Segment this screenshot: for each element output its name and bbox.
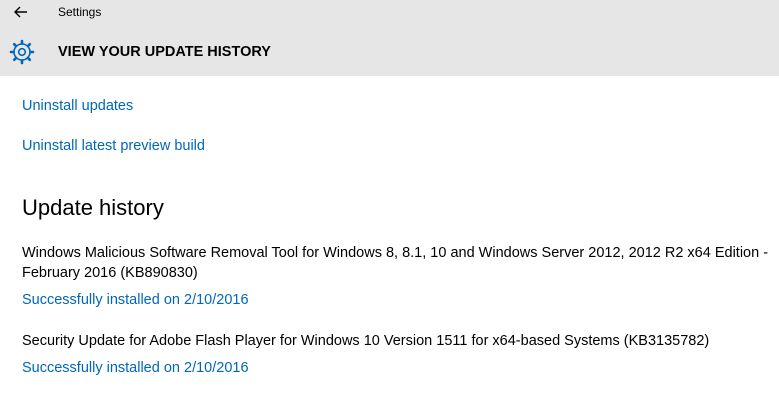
- update-item-status-link[interactable]: Successfully installed on 2/10/2016: [22, 360, 249, 376]
- update-item-status-link[interactable]: Successfully installed on 2/10/2016: [22, 292, 249, 308]
- update-history-heading: Update history: [22, 195, 164, 220]
- uninstall-updates-link[interactable]: Uninstall updates: [22, 98, 133, 114]
- update-item-name: Windows Malicious Software Removal Tool …: [22, 245, 769, 281]
- back-button[interactable]: [10, 2, 32, 22]
- header-bar: Settings VIEW YOUR UPDATE HISTORY: [0, 0, 779, 76]
- back-arrow-icon: [14, 6, 27, 18]
- uninstall-preview-build-link[interactable]: Uninstall latest preview build: [22, 138, 205, 154]
- app-title: Settings: [58, 5, 102, 19]
- update-item-name: Security Update for Adobe Flash Player f…: [22, 333, 710, 349]
- page-title: VIEW YOUR UPDATE HISTORY: [58, 44, 271, 60]
- gear-icon: [9, 39, 35, 65]
- settings-window: Settings VIEW YOUR UPDATE HISTORY Uninst…: [0, 0, 779, 395]
